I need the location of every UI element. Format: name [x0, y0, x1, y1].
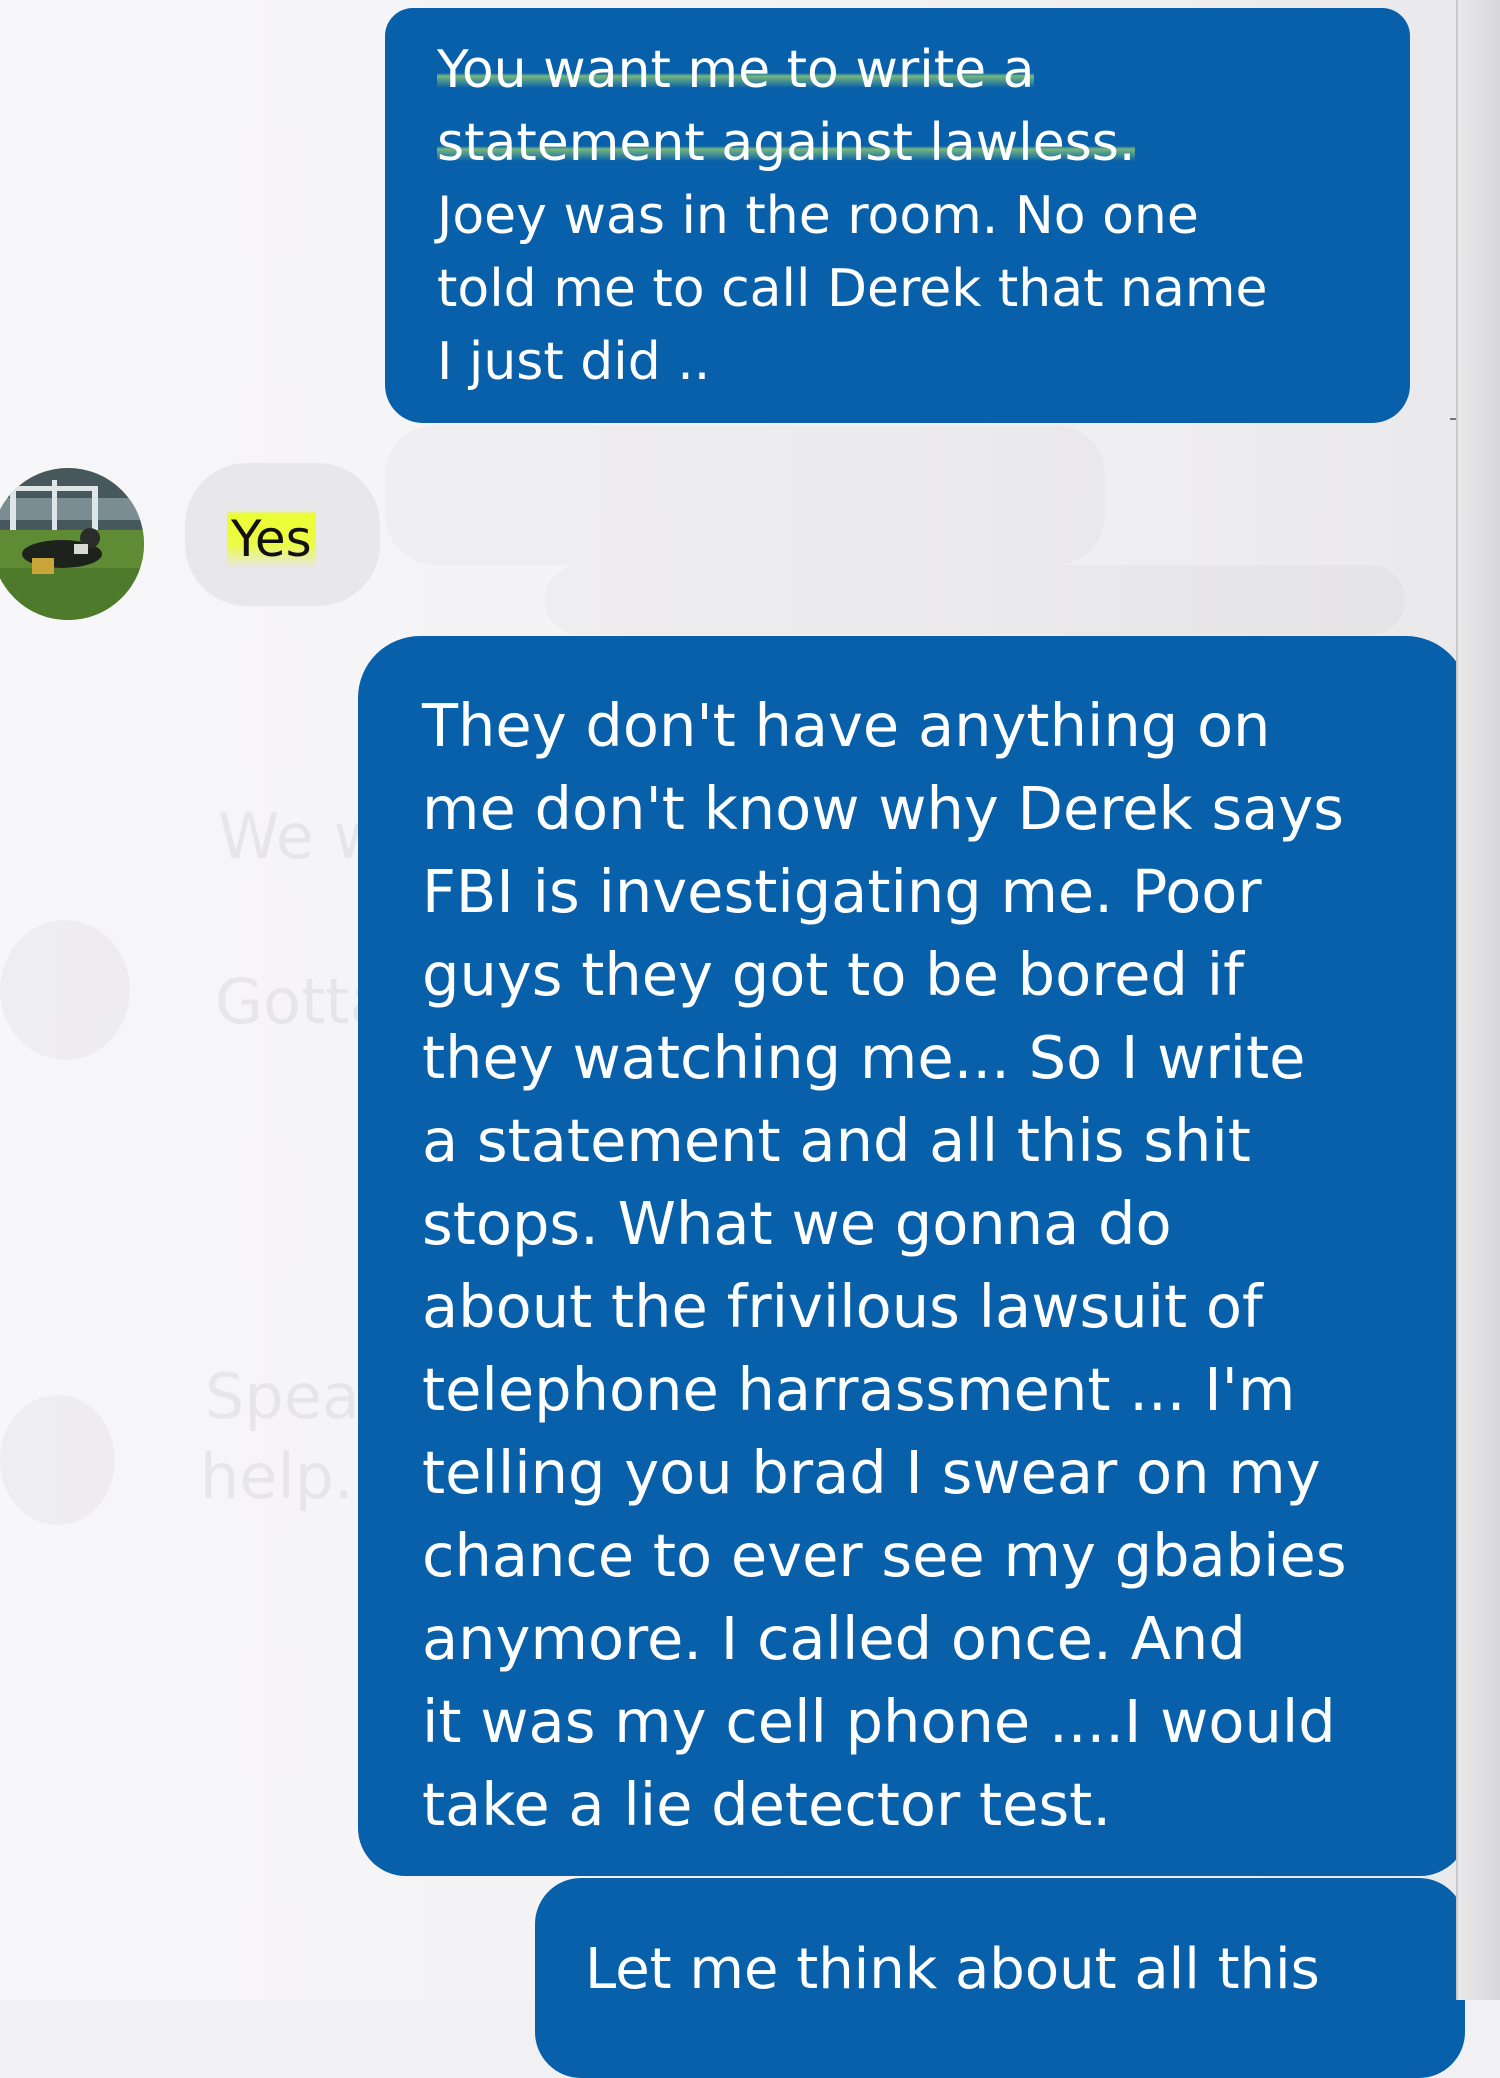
message-line: I just did ..	[437, 332, 711, 392]
message-line: statement against lawless.	[437, 113, 1136, 173]
message-line: telephone harrassment ... I'm	[422, 1355, 1296, 1424]
show-through-text: Spea	[205, 1360, 360, 1433]
show-through-avatar	[0, 920, 130, 1060]
message-line: told me to call Derek that name	[437, 259, 1268, 319]
message-line: Joey was in the room. No one	[437, 186, 1199, 246]
show-through-bubble	[545, 565, 1405, 635]
show-through-avatar	[0, 1395, 115, 1525]
outgoing-message-bubble[interactable]: You want me to write a statement against…	[385, 8, 1410, 423]
message-line: You want me to write a	[437, 40, 1035, 100]
contact-avatar[interactable]	[0, 468, 144, 620]
page-edge	[1456, 0, 1500, 2000]
message-line: anymore. I called once. And	[422, 1604, 1246, 1673]
message-line: a statement and all this shit	[422, 1106, 1251, 1175]
message-line: about the frivilous lawsuit of	[422, 1272, 1263, 1341]
message-line: telling you brad I swear on my	[422, 1438, 1321, 1507]
message-line: me don't know why Derek says	[422, 774, 1345, 843]
show-through-bubble	[385, 425, 1105, 565]
message-line: it was my cell phone ....I would	[422, 1687, 1336, 1756]
message-line: stops. What we gonna do	[422, 1189, 1172, 1258]
show-through-text: help.	[200, 1440, 354, 1513]
message-text: Yes	[227, 510, 316, 568]
message-line: take a lie detector test.	[422, 1770, 1112, 1839]
message-line: they watching me... So I write	[422, 1023, 1306, 1092]
outgoing-message-bubble[interactable]: They don't have anything on me don't kno…	[358, 636, 1468, 1876]
outgoing-message-bubble[interactable]: Let me think about all this	[535, 1878, 1465, 2078]
incoming-message-bubble[interactable]: Yes	[185, 463, 380, 606]
message-line: They don't have anything on	[422, 691, 1271, 760]
avatar-photo-icon	[0, 468, 144, 620]
message-line: FBI is investigating me. Poor	[422, 857, 1262, 926]
message-text: Let me think about all this	[585, 1937, 1320, 2002]
message-line: guys they got to be bored if	[422, 940, 1244, 1009]
message-line: chance to ever see my gbabies	[422, 1521, 1347, 1590]
conversation-thread: We w Gotta Spea help. You want me to wri…	[0, 0, 1500, 2078]
